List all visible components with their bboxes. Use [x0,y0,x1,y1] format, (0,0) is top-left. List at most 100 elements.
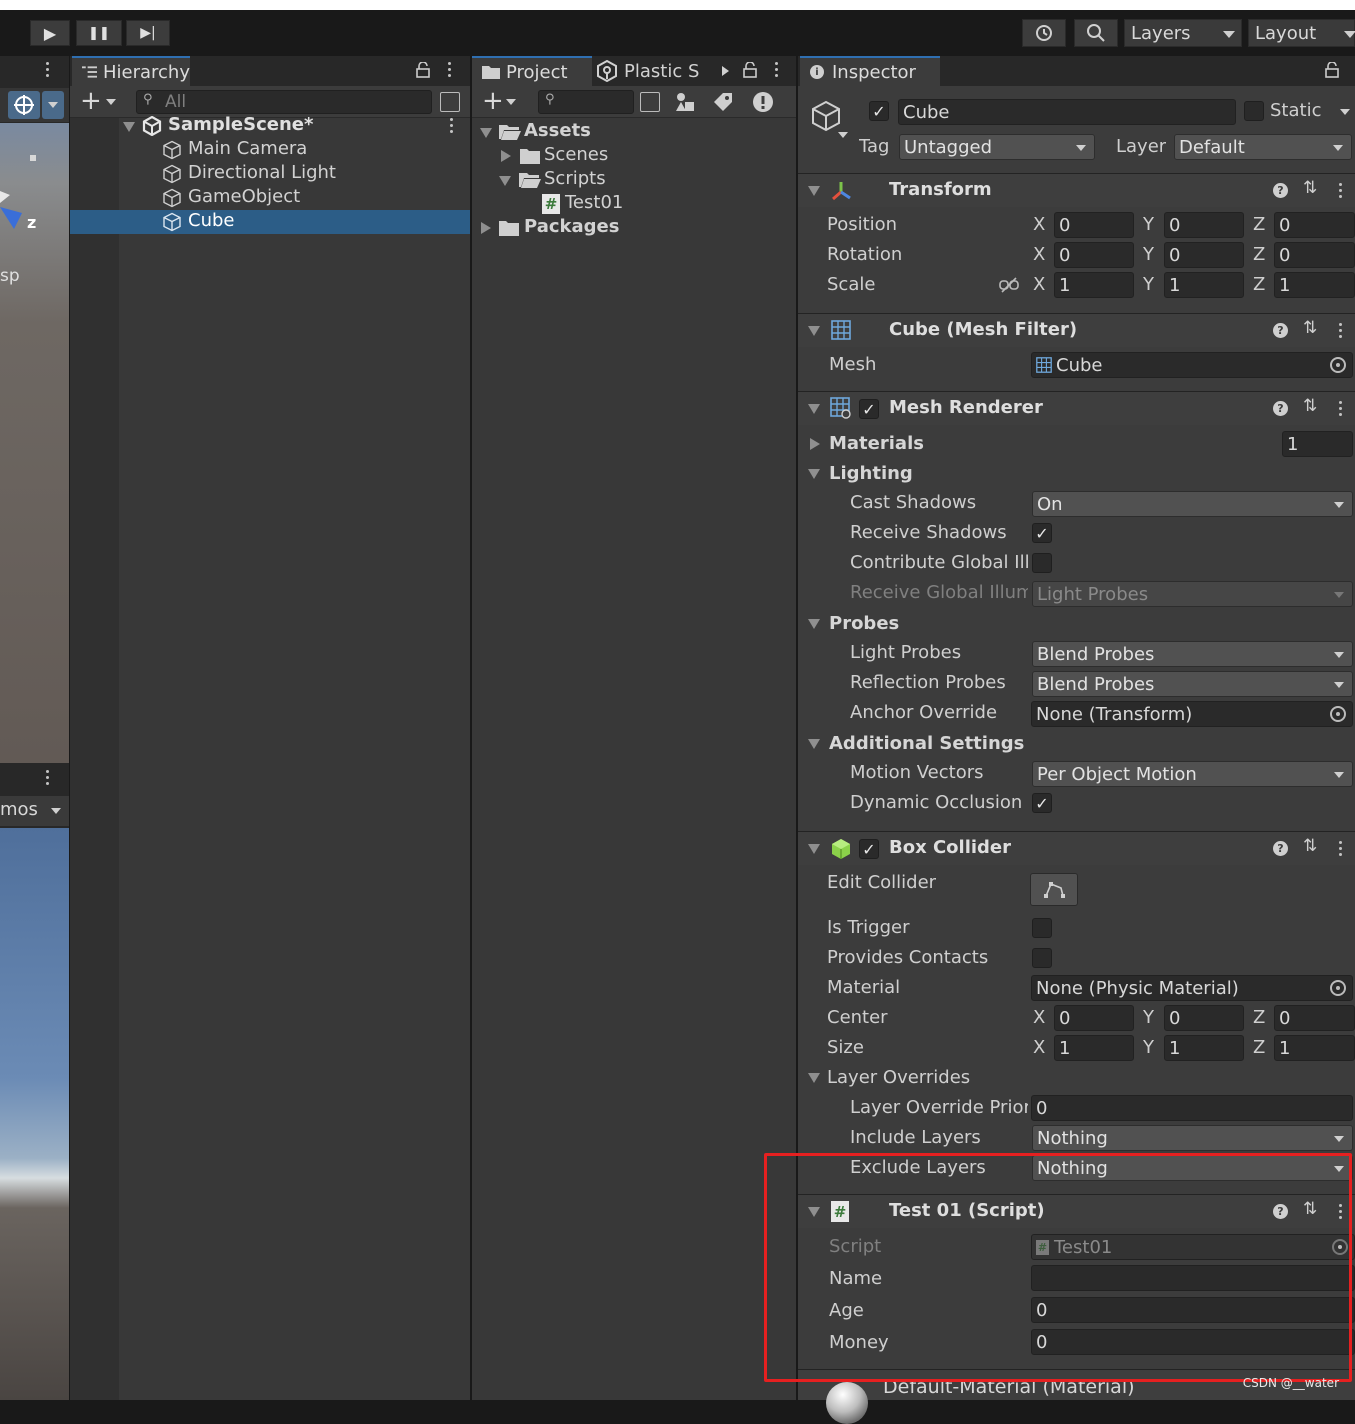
chevron-down-icon[interactable] [106,99,116,105]
chevron-down-icon[interactable] [838,132,848,138]
expand-arrow-icon[interactable] [123,122,135,132]
include-layers-dropdown[interactable]: Nothing [1032,1125,1353,1151]
presets-icon[interactable]: ⇅ [1303,178,1317,198]
presets-icon[interactable]: ⇅ [1303,318,1317,338]
contribute-gi-checkbox[interactable] [1032,553,1052,573]
mesh-object-field[interactable]: Cube [1031,352,1353,378]
warning-filter-icon[interactable] [752,91,774,113]
light-probes-dropdown[interactable]: Blend Probes [1032,641,1353,667]
cast-shadows-dropdown[interactable]: On [1032,491,1353,517]
position-z-field[interactable]: 0 [1274,212,1355,238]
object-picker-icon[interactable] [1330,357,1346,373]
mesh-renderer-enabled-checkbox[interactable]: ✓ [859,399,879,419]
size-x-field[interactable]: 1 [1054,1035,1134,1061]
hierarchy-search-input[interactable]: ⚲ All [136,90,432,114]
chevron-down-icon[interactable] [1340,109,1350,115]
box-collider-enabled-checkbox[interactable]: ✓ [859,839,879,859]
motion-vectors-dropdown[interactable]: Per Object Motion [1032,761,1353,787]
hierarchy-item[interactable]: Directional Light [70,162,470,186]
presets-icon[interactable]: ⇅ [1303,1199,1317,1219]
label-filter-icon[interactable] [712,91,734,113]
probes-label[interactable]: Probes [829,613,899,634]
project-search-input[interactable]: ⚲ [538,90,634,114]
receive-shadows-checkbox[interactable]: ✓ [1032,523,1052,543]
tab-inspector[interactable]: i Inspector [800,56,940,86]
edit-collider-button[interactable] [1030,873,1078,906]
chevron-down-icon[interactable] [506,99,516,105]
expand-arrow-icon[interactable] [808,469,820,479]
add-icon[interactable]: + [482,86,504,116]
presets-icon[interactable]: ⇅ [1303,396,1317,416]
age-field[interactable]: 0 [1031,1297,1355,1323]
money-field[interactable]: 0 [1031,1329,1355,1355]
expand-arrow-icon[interactable] [808,844,820,854]
provides-contacts-checkbox[interactable] [1032,948,1052,968]
search-button[interactable] [1074,19,1118,47]
scale-z-field[interactable]: 1 [1274,272,1355,298]
lock-icon[interactable] [743,62,757,78]
is-trigger-checkbox[interactable] [1032,918,1052,938]
expand-arrow-icon[interactable] [808,186,820,196]
more-icon[interactable] [1339,323,1343,341]
exclude-layers-dropdown[interactable]: Nothing [1032,1155,1353,1181]
unlink-icon[interactable] [999,277,1019,293]
layer-override-priority-field[interactable]: 0 [1031,1095,1353,1121]
lighting-label[interactable]: Lighting [829,463,913,484]
gizmo-dropdown[interactable] [42,91,64,119]
transform-header[interactable]: Transform ? ⇅ [798,173,1355,207]
reflection-probes-dropdown[interactable]: Blend Probes [1032,671,1353,697]
help-icon[interactable]: ? [1273,401,1288,416]
pause-button[interactable]: ❚❚ [76,20,122,46]
game-viewport[interactable] [0,828,69,1400]
lock-icon[interactable] [416,62,430,78]
layout-dropdown[interactable]: Layout [1248,19,1355,47]
scene-visibility-icon[interactable] [440,92,460,112]
collapse-arrow-icon[interactable] [481,222,491,234]
more-icon[interactable] [46,770,50,788]
presets-icon[interactable]: ⇅ [1303,836,1317,856]
additional-settings-label[interactable]: Additional Settings [829,733,1024,754]
name-field[interactable] [1031,1265,1355,1291]
hierarchy-item[interactable]: GameObject [70,186,470,210]
scale-y-field[interactable]: 1 [1164,272,1244,298]
layer-dropdown[interactable]: Default [1174,134,1352,160]
anchor-override-field[interactable]: None (Transform) [1031,701,1353,727]
collider-material-field[interactable]: None (Physic Material) [1031,975,1353,1001]
rotation-z-field[interactable]: 0 [1274,242,1355,268]
more-icon[interactable] [46,62,50,80]
expand-arrow-icon[interactable] [808,1207,820,1217]
hierarchy-item[interactable]: Main Camera [70,138,470,162]
gizmo-tool-button[interactable] [8,91,40,119]
collapse-arrow-icon[interactable] [810,438,820,450]
expand-arrow-icon[interactable] [808,326,820,336]
scene-row[interactable]: SampleScene* [70,114,470,138]
gizmos-button[interactable]: mos [0,799,38,820]
expand-arrow-icon[interactable] [808,404,820,414]
expand-arrow-icon[interactable] [480,128,492,138]
center-x-field[interactable]: 0 [1054,1005,1134,1031]
position-x-field[interactable]: 0 [1054,212,1134,238]
more-icon[interactable] [1339,183,1343,201]
position-y-field[interactable]: 0 [1164,212,1244,238]
box-collider-header[interactable]: ✓ Box Collider ? ⇅ [798,831,1355,865]
active-checkbox[interactable]: ✓ [869,101,889,121]
add-icon[interactable]: + [80,86,102,116]
help-icon[interactable]: ? [1273,841,1288,856]
rotation-x-field[interactable]: 0 [1054,242,1134,268]
script-component-header[interactable]: # Test 01 (Script) ? ⇅ [798,1194,1355,1228]
layer-overrides-label[interactable]: Layer Overrides [827,1067,970,1088]
help-icon[interactable]: ? [1273,183,1288,198]
materials-count-field[interactable]: 1 [1282,431,1353,457]
chevron-down-icon[interactable] [51,808,61,814]
object-name-field[interactable]: Cube [898,99,1236,125]
collapse-arrow-icon[interactable] [501,150,511,162]
more-icon[interactable] [1339,401,1343,419]
mesh-renderer-header[interactable]: ✓ Mesh Renderer ? ⇅ [798,391,1355,425]
more-icon[interactable] [450,118,454,136]
scene-viewport[interactable]: z sp [0,123,69,763]
layers-dropdown[interactable]: Layers [1124,19,1242,47]
size-y-field[interactable]: 1 [1164,1035,1244,1061]
more-tabs-icon[interactable] [722,66,729,76]
object-picker-icon[interactable] [1330,706,1346,722]
materials-label[interactable]: Materials [829,433,924,454]
